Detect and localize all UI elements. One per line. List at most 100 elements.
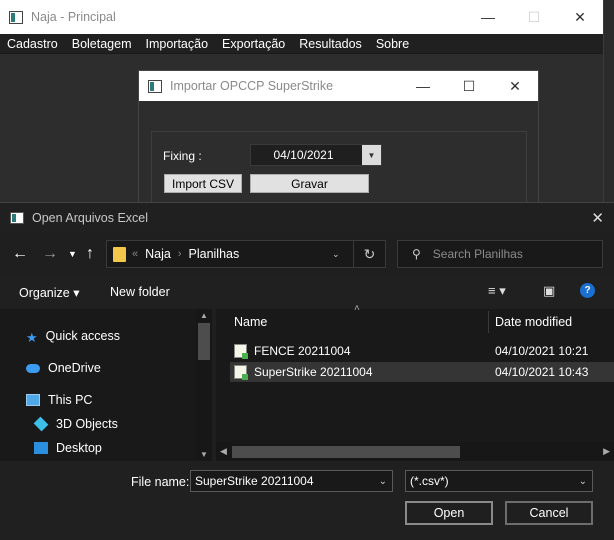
navigation-pane: ★ Quick access OneDrive This PC 3D Objec… (0, 309, 212, 461)
app-icon (9, 10, 23, 24)
desktop-icon (34, 442, 48, 454)
menu-cadastro[interactable]: Cadastro (7, 37, 58, 51)
scroll-thumb[interactable] (198, 323, 210, 360)
save-button[interactable]: Gravar (250, 174, 369, 193)
nav-item-label: This PC (48, 393, 93, 407)
file-name: SuperStrike 20211004 (254, 365, 373, 379)
nav-this-pc[interactable]: This PC (26, 393, 92, 407)
file-name-label: File name: (131, 475, 190, 489)
minimize-icon[interactable]: — (400, 71, 446, 101)
nav-onedrive[interactable]: OneDrive (26, 361, 101, 375)
scroll-up-icon[interactable]: ▲ (200, 311, 208, 320)
search-input[interactable]: ⚲ Search Planilhas (397, 240, 603, 268)
fixing-label: Fixing : (163, 149, 202, 163)
menu-boletagem[interactable]: Boletagem (72, 37, 132, 51)
file-date: 04/10/2021 10:21 (495, 344, 589, 358)
recent-locations-chevron-icon[interactable]: ▼ (68, 237, 77, 271)
file-list-horizontal-scrollbar[interactable]: ◀ ▶ (216, 443, 614, 461)
cloud-icon (26, 363, 40, 373)
file-dialog-footer: File name: SuperStrike 20211004 ⌄ (*.csv… (0, 461, 614, 540)
csv-file-icon (234, 344, 248, 359)
file-name-value: SuperStrike 20211004 (195, 474, 314, 488)
menu-sobre[interactable]: Sobre (376, 37, 409, 51)
close-icon[interactable]: ✕ (492, 71, 538, 101)
view-options-icon[interactable]: ≡ ▾ (488, 283, 506, 299)
chevron-down-icon[interactable]: ▼ (362, 145, 381, 165)
dialog-app-icon (148, 79, 162, 93)
organize-label: Organize (19, 286, 70, 300)
main-window-title: Naja - Principal (31, 10, 116, 24)
close-icon[interactable]: ✕ (591, 209, 604, 227)
nav-desktop[interactable]: Desktop (34, 441, 102, 455)
breadcrumb-naja[interactable]: Naja (145, 247, 171, 261)
import-titlebar[interactable]: Importar OPCCP SuperStrike — ☐ ✕ (139, 71, 538, 101)
back-arrow-icon[interactable]: ← (12, 237, 28, 271)
breadcrumb-planilhas[interactable]: Planilhas (189, 247, 240, 261)
fixing-date-value: 04/10/2021 (273, 148, 334, 162)
import-dialog-title: Importar OPCCP SuperStrike (170, 79, 334, 93)
breadcrumb-overflow[interactable]: « (132, 248, 138, 260)
nav-item-label: OneDrive (48, 361, 101, 375)
file-name: FENCE 20211004 (254, 344, 351, 358)
maximize-icon[interactable]: ☐ (511, 0, 557, 34)
menu-resultados[interactable]: Resultados (299, 37, 362, 51)
file-type-select[interactable]: (*.csv*) ⌄ (405, 470, 593, 492)
nav-item-label: Quick access (45, 329, 120, 343)
cancel-button[interactable]: Cancel (505, 501, 593, 525)
sort-indicator-icon: ˄ (354, 303, 360, 314)
fixing-date-picker[interactable]: 04/10/2021 ▼ (250, 144, 382, 166)
main-titlebar[interactable]: Naja - Principal — ☐ ✕ (0, 0, 603, 34)
file-date: 04/10/2021 10:43 (495, 365, 589, 379)
scroll-right-icon[interactable]: ▶ (603, 446, 610, 457)
cube-icon (33, 416, 49, 432)
address-dropdown-icon[interactable]: ⌄ (332, 249, 340, 260)
scroll-left-icon[interactable]: ◀ (220, 446, 227, 457)
column-header-date-modified[interactable]: Date modified (495, 309, 572, 335)
column-divider[interactable] (488, 311, 489, 333)
help-icon[interactable]: ? (580, 283, 595, 298)
file-list: ˄ Name Date modified FENCE 20211004 04/1… (216, 303, 614, 461)
preview-pane-icon[interactable]: ▣ (543, 283, 555, 299)
search-placeholder: Search Planilhas (432, 247, 523, 261)
chevron-down-icon[interactable]: ⌄ (379, 476, 387, 487)
column-header-name[interactable]: Name (234, 309, 267, 335)
scroll-down-icon[interactable]: ▼ (200, 450, 208, 459)
command-bar: Organize ▾ New folder ≡ ▾ ▣ ? (0, 277, 614, 307)
forward-arrow-icon[interactable]: → (42, 237, 58, 271)
nav-item-label: Desktop (56, 441, 102, 455)
import-group-box (151, 131, 527, 206)
file-row-fence[interactable]: FENCE 20211004 04/10/2021 10:21 (230, 341, 614, 361)
scroll-thumb[interactable] (232, 446, 460, 458)
open-button[interactable]: Open (405, 501, 493, 525)
search-icon: ⚲ (412, 247, 421, 261)
navigation-bar: ← → ▼ ↑ « Naja › Planilhas ⌄ ↻ ⚲ Search … (0, 237, 614, 271)
file-dialog-titlebar[interactable]: Open Arquivos Excel (0, 203, 614, 233)
main-menubar: Cadastro Boletagem Importação Exportação… (0, 34, 603, 54)
menu-exportacao[interactable]: Exportação (222, 37, 285, 51)
nav-3d-objects[interactable]: 3D Objects (33, 416, 118, 432)
star-icon: ★ (26, 330, 38, 345)
minimize-icon[interactable]: — (465, 0, 511, 34)
menu-importacao[interactable]: Importação (146, 37, 209, 51)
chevron-down-icon[interactable]: ⌄ (579, 476, 587, 487)
new-folder-button[interactable]: New folder (110, 285, 170, 299)
file-name-input[interactable]: SuperStrike 20211004 ⌄ (190, 470, 393, 492)
up-arrow-icon[interactable]: ↑ (86, 237, 94, 271)
nav-quick-access[interactable]: ★ Quick access (26, 329, 120, 345)
computer-icon (26, 394, 40, 406)
refresh-icon[interactable]: ↻ (353, 241, 385, 267)
import-csv-button[interactable]: Import CSV (164, 174, 242, 193)
import-dialog: Importar OPCCP SuperStrike — ☐ ✕ Fixing … (138, 70, 539, 210)
nav-pane-scrollbar[interactable]: ▲ ▼ (196, 309, 212, 461)
organize-button[interactable]: Organize ▾ (19, 285, 79, 300)
file-row-superstrike[interactable]: SuperStrike 20211004 04/10/2021 10:43 (230, 362, 614, 382)
file-open-dialog: Open Arquivos Excel ✕ ← → ▼ ↑ « Naja › P… (0, 202, 614, 540)
close-icon[interactable]: ✕ (557, 0, 603, 34)
breadcrumb-chevron-icon[interactable]: › (178, 248, 182, 260)
maximize-icon[interactable]: ☐ (446, 71, 492, 101)
csv-file-icon (234, 365, 248, 380)
address-bar[interactable]: « Naja › Planilhas ⌄ ↻ (106, 240, 386, 268)
file-dialog-title: Open Arquivos Excel (32, 211, 149, 225)
dialog-app-icon (10, 212, 24, 224)
nav-item-label: 3D Objects (56, 417, 118, 431)
